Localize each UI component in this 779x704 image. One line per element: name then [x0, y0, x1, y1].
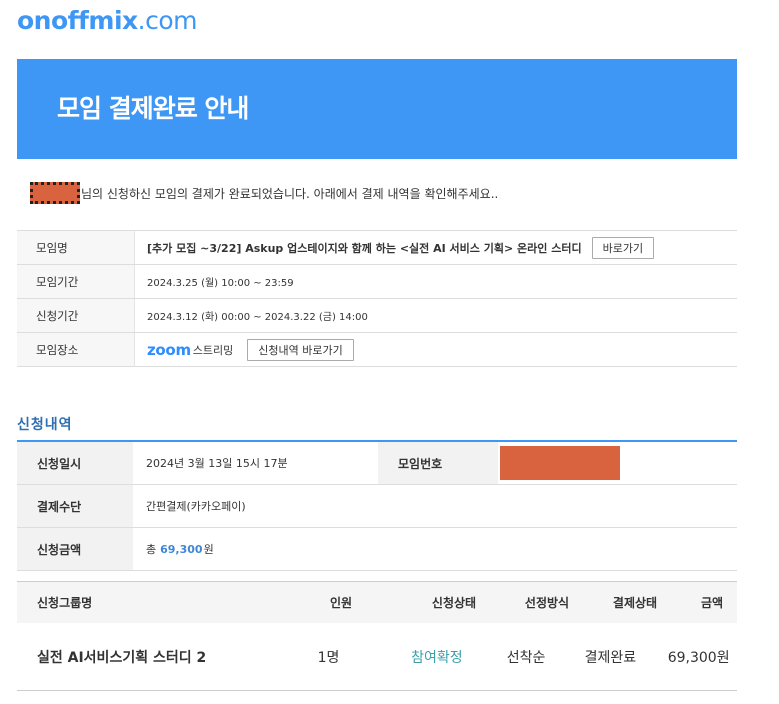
event-period-value: 2024.3.25 (월) 10:00 ~ 23:59 [147, 278, 294, 289]
selection-cell: 선착순 [506, 649, 546, 666]
header-count: 인원 [329, 596, 353, 610]
amount-prefix: 총 [146, 543, 157, 556]
count-cell: 1명 [317, 649, 340, 666]
event-period-row: 모임기간 2024.3.25 (월) 10:00 ~ 23:59 [17, 265, 737, 299]
apply-date-label: 신청일시 [17, 442, 133, 484]
banner: 모임 결제완료 안내 [17, 59, 737, 159]
go-to-event-button[interactable]: 바로가기 [591, 236, 655, 259]
logo-main: onoffmix [17, 6, 138, 35]
payment-method-label: 결제수단 [17, 485, 133, 527]
event-number-label: 모임번호 [378, 442, 498, 484]
price-cell: 69,300원 [667, 649, 730, 666]
group-table-header: 신청그룹명 인원 신청상태 선정방식 결제상태 금액 [17, 582, 737, 623]
header-selection: 선정방식 [524, 596, 570, 610]
header-price: 금액 [700, 596, 724, 610]
redacted-event-number [500, 446, 620, 480]
zoom-logo-icon: zoom [147, 340, 191, 359]
event-place-label: 모임장소 [17, 333, 135, 366]
apply-date-value: 2024년 3월 13일 15시 17분 [146, 457, 288, 470]
event-name-value: [추가 모집 ~3/22] Askup 업스테이지와 함께 하는 <실전 AI … [147, 241, 582, 255]
apply-amount-row: 신청금액 총 69,300 원 [17, 528, 737, 571]
event-name-row: 모임명 [추가 모집 ~3/22] Askup 업스테이지와 함께 하는 <실전… [17, 231, 737, 265]
apply-period-row: 신청기간 2024.3.12 (화) 00:00 ~ 2024.3.22 (금)… [17, 299, 737, 333]
event-period-label: 모임기간 [17, 265, 135, 298]
intro-message: 님의 신청하신 모임의 결제가 완료되었습니다. 아래에서 결제 내역을 확인해… [30, 182, 498, 204]
payment-method-value: 간편결제(카카오페이) [146, 500, 246, 513]
group-name-cell: 실전 AI서비스기획 스터디 2 [37, 649, 207, 666]
amount-number: 69,300 [160, 542, 203, 556]
event-info-table: 모임명 [추가 모집 ~3/22] Askup 업스테이지와 함께 하는 <실전… [17, 230, 737, 367]
event-name-label: 모임명 [17, 231, 135, 264]
amount-unit: 원 [203, 543, 214, 556]
header-group-name: 신청그룹명 [37, 596, 93, 610]
view-application-button[interactable]: 신청내역 바로가기 [247, 338, 354, 361]
payment-method-row: 결제수단 간편결제(카카오페이) [17, 485, 737, 528]
apply-amount-value: 총 69,300 원 [133, 528, 214, 570]
header-status: 신청상태 [431, 596, 477, 610]
section-title: 신청내역 [17, 417, 73, 433]
group-table: 신청그룹명 인원 신청상태 선정방식 결제상태 금액 실전 AI서비스기획 스터… [17, 581, 737, 691]
apply-period-label: 신청기간 [17, 299, 135, 332]
table-row: 실전 AI서비스기획 스터디 2 1명 참여확정 선착순 결제완료 69,300… [17, 623, 737, 691]
status-cell: 참여확정 [411, 649, 463, 666]
header-payment: 결제상태 [612, 596, 658, 610]
banner-title: 모임 결제완료 안내 [57, 94, 249, 123]
intro-text: 님의 신청하신 모임의 결제가 완료되었습니다. 아래에서 결제 내역을 확인해… [81, 186, 499, 201]
application-table: 신청일시 2024년 3월 13일 15시 17분 모임번호 결제수단 간편결제… [17, 442, 737, 571]
event-place-row: 모임장소 zoom 스트리밍 신청내역 바로가기 [17, 333, 737, 367]
apply-period-value: 2024.3.12 (화) 00:00 ~ 2024.3.22 (금) 14:0… [147, 312, 368, 323]
payment-cell: 결제완료 [584, 649, 637, 666]
redacted-user-name [30, 182, 80, 204]
logo-suffix: .com [137, 6, 198, 35]
onoffmix-logo[interactable]: onoffmix.com [17, 6, 198, 35]
apply-amount-label: 신청금액 [17, 528, 133, 570]
streaming-text: 스트리밍 [192, 343, 234, 357]
apply-date-row: 신청일시 2024년 3월 13일 15시 17분 모임번호 [17, 442, 737, 485]
